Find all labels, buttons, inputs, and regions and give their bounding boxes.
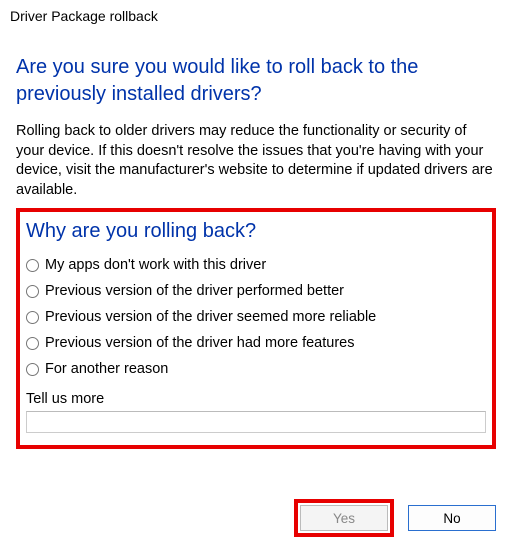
yes-button[interactable]: Yes xyxy=(300,505,388,531)
reason-option: Previous version of the driver had more … xyxy=(26,335,486,351)
reason-option: For another reason xyxy=(26,361,486,377)
yes-button-highlight: Yes xyxy=(294,499,394,537)
reason-radio-group: My apps don't work with this driver Prev… xyxy=(26,257,486,377)
reason-radio-performed-better[interactable] xyxy=(26,285,39,298)
reason-label: My apps don't work with this driver xyxy=(45,257,266,273)
reason-label: Previous version of the driver performed… xyxy=(45,283,344,299)
reason-radio-another[interactable] xyxy=(26,363,39,376)
tellus-label: Tell us more xyxy=(26,391,486,407)
dialog-content: Are you sure you would like to roll back… xyxy=(0,28,512,449)
reason-section: Why are you rolling back? My apps don't … xyxy=(16,208,496,449)
reason-label: For another reason xyxy=(45,361,168,377)
reason-heading: Why are you rolling back? xyxy=(26,220,486,243)
button-bar: Yes No xyxy=(294,499,496,537)
tellus-input[interactable] xyxy=(26,411,486,433)
reason-radio-apps[interactable] xyxy=(26,259,39,272)
no-button[interactable]: No xyxy=(408,505,496,531)
reason-option: Previous version of the driver performed… xyxy=(26,283,486,299)
warning-text: Rolling back to older drivers may reduce… xyxy=(16,122,496,200)
reason-radio-more-features[interactable] xyxy=(26,337,39,350)
reason-option: Previous version of the driver seemed mo… xyxy=(26,309,486,325)
reason-radio-more-reliable[interactable] xyxy=(26,311,39,324)
reason-option: My apps don't work with this driver xyxy=(26,257,486,273)
reason-label: Previous version of the driver had more … xyxy=(45,335,354,351)
main-heading: Are you sure you would like to roll back… xyxy=(16,54,496,108)
reason-label: Previous version of the driver seemed mo… xyxy=(45,309,376,325)
window-title: Driver Package rollback xyxy=(0,0,512,28)
